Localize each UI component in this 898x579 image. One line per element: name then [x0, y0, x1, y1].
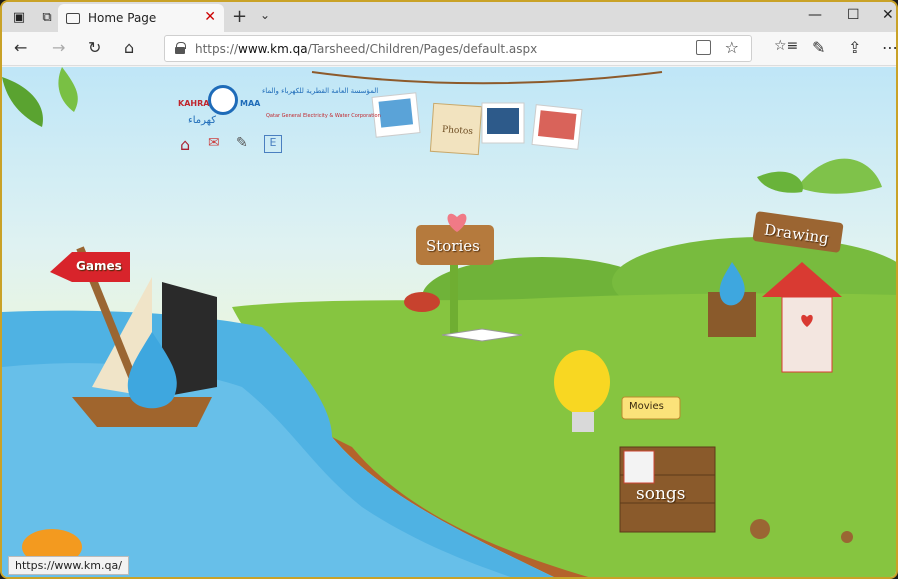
forward-icon[interactable]: → [52, 38, 65, 57]
mushroom [404, 292, 440, 312]
kahramaa-logo[interactable]: KAHRA MAA المؤسسة العامة القطرية للكهربا… [178, 85, 381, 131]
movies-label[interactable]: Movies [629, 401, 664, 412]
games-label[interactable]: Games [76, 259, 122, 273]
tab-actions-icon[interactable]: ▣ [8, 6, 30, 28]
edit-icon[interactable]: ✎ [236, 135, 254, 153]
leaf [797, 158, 882, 194]
home-icon[interactable]: ⌂ [180, 135, 198, 154]
photos-label[interactable]: Photos [442, 125, 474, 137]
lightbulb-base [572, 412, 594, 432]
leaf [757, 171, 803, 193]
logo-arabic-name: المؤسسة العامة القطرية للكهرباء والماء [262, 87, 379, 95]
tab-menu-chevron-icon[interactable]: ⌄ [260, 8, 270, 22]
favorites-icon[interactable]: ☆≡ [774, 38, 798, 54]
logo-drop-icon [208, 85, 238, 115]
snail [841, 531, 853, 543]
address-bar[interactable]: https://www.km.qa/Tarsheed/Children/Page… [164, 35, 752, 62]
quick-icons: ⌂ ✉ ✎ E [180, 135, 282, 154]
logo-brand-right: MAA [240, 99, 261, 108]
minimize-button[interactable]: — [808, 7, 822, 23]
tab-list-icon[interactable]: ⧉ [36, 6, 58, 28]
address-host: www.km.qa [238, 41, 308, 56]
tab-home-page[interactable]: Home Page ✕ [58, 4, 224, 32]
new-tab-button[interactable]: + [232, 6, 247, 27]
logo-brand-left: KAHRA [178, 99, 210, 108]
beanstalk [450, 265, 458, 335]
close-window-button[interactable]: ✕ [882, 7, 894, 23]
page-icon [66, 12, 80, 24]
browser-window: ▣ ⧉ Home Page ✕ + ⌄ — ☐ ✕ ← → ↻ ⌂ https:… [0, 0, 898, 579]
close-tab-icon[interactable]: ✕ [204, 9, 216, 25]
status-url-tooltip: https://www.km.qa/ [8, 556, 129, 575]
house-tower[interactable] [781, 296, 833, 373]
refresh-icon[interactable]: ↻ [88, 38, 101, 57]
scene-background [2, 67, 896, 577]
e-icon[interactable]: E [264, 135, 282, 153]
navigation-bar: ← → ↻ ⌂ https://www.km.qa/Tarsheed/Child… [2, 32, 896, 66]
logo-arabic-mark: كهرماء [188, 115, 216, 126]
photo-image [487, 108, 519, 134]
photo-image [537, 110, 577, 140]
leaf [58, 67, 78, 112]
tab-title: Home Page [88, 11, 157, 25]
snail [750, 519, 770, 539]
leaf [2, 77, 43, 127]
songs-label[interactable]: songs [636, 484, 686, 504]
share-icon[interactable]: ⇪ [848, 38, 861, 57]
logo-english-name: Qatar General Electricity & Water Corpor… [266, 113, 381, 119]
back-icon[interactable]: ← [14, 38, 27, 57]
address-path: /Tarsheed/Children/Pages/default.aspx [307, 41, 538, 56]
stories-label[interactable]: Stories [426, 237, 480, 255]
photo-image [378, 98, 414, 128]
mail-icon[interactable]: ✉ [208, 135, 226, 153]
favorite-star-icon[interactable]: ☆ [725, 38, 739, 57]
maximize-button[interactable]: ☐ [847, 7, 860, 23]
more-icon[interactable]: ⋯ [882, 38, 896, 57]
lock-icon [175, 42, 186, 54]
clothesline [311, 71, 663, 85]
popcorn-box [623, 450, 655, 484]
pen-icon[interactable]: ✎ [812, 38, 825, 57]
address-protocol: https:// [195, 41, 239, 56]
home-nav-icon[interactable]: ⌂ [124, 38, 134, 57]
reading-view-icon[interactable] [696, 40, 711, 55]
lightbulb-character[interactable] [554, 350, 610, 414]
page-content: KAHRA MAA المؤسسة العامة القطرية للكهربا… [2, 67, 896, 577]
